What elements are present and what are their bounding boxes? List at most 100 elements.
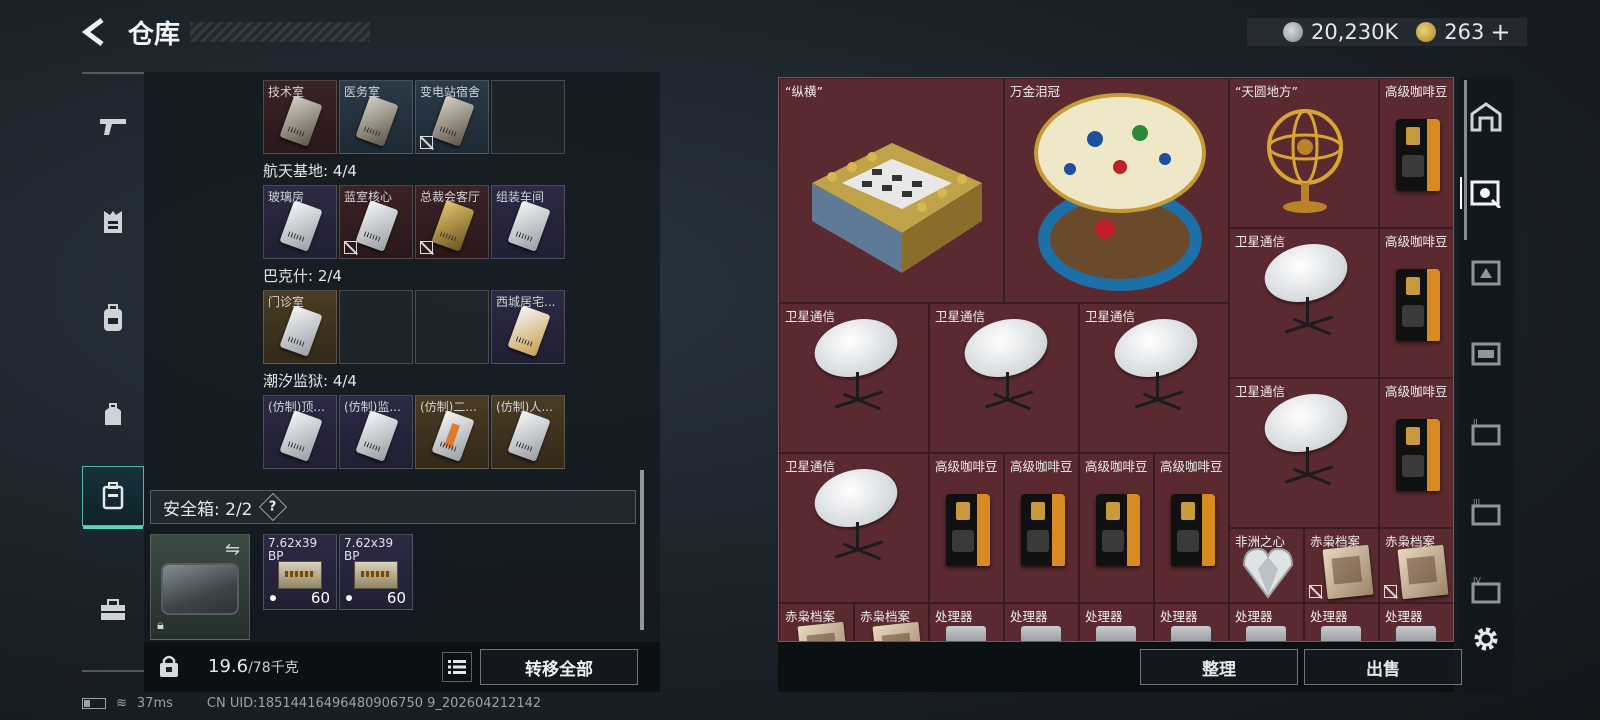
ammo-slot[interactable]: 7.62x39 BP 60 [263, 534, 337, 610]
item-archive[interactable]: 赤枭档案 [1304, 528, 1379, 603]
category-valuables[interactable] [1460, 173, 1506, 213]
item-label: 卫星通信 [1085, 309, 1136, 324]
nav-secure-case[interactable] [82, 466, 144, 529]
right-scrollbar[interactable] [1464, 80, 1467, 240]
safebox-slot[interactable]: ⇋ 🔒︎ [150, 534, 250, 640]
item-archive[interactable]: 赤枭档案 [854, 603, 929, 641]
group-label: 巴克什: 2/4 [263, 267, 342, 285]
item-satellite-comm[interactable]: 卫星通信 [1229, 228, 1379, 378]
keycard-slot[interactable]: 技术室 [263, 80, 337, 154]
item-coffee-beans[interactable]: 高级咖啡豆 [1079, 453, 1154, 603]
item-processor[interactable]: 处理器 [1304, 603, 1379, 641]
item-satellite-comm[interactable]: 卫星通信 [779, 453, 929, 603]
keycard-slot[interactable]: (仿制)人... [491, 395, 565, 469]
item-coffee-beans[interactable]: 高级咖啡豆 [1379, 378, 1453, 528]
category-tier-1[interactable] [1466, 253, 1506, 293]
keycard-slot[interactable]: 总裁会客厅 [415, 185, 489, 259]
toolbox-icon [101, 599, 125, 620]
item-coffee-beans[interactable]: 高级咖啡豆 [1379, 78, 1453, 228]
item-processor[interactable]: 处理器 [1154, 603, 1229, 641]
item-chess-set[interactable]: “纵横” [779, 78, 1004, 303]
settings-button[interactable] [1466, 619, 1506, 659]
item-label: 卫星通信 [1235, 234, 1286, 249]
nav-weapons[interactable] [82, 96, 144, 156]
item-satellite-comm[interactable]: 卫星通信 [1079, 303, 1229, 453]
item-satellite-comm[interactable]: 卫星通信 [929, 303, 1079, 453]
item-archive[interactable]: 赤枭档案 [779, 603, 854, 641]
nav-backpack[interactable] [82, 288, 144, 348]
item-label: 高级咖啡豆 [1160, 459, 1223, 474]
title-decoration [190, 22, 370, 42]
keycard-slot[interactable]: 玻璃房 [263, 185, 337, 259]
item-coffee-beans[interactable]: 高级咖啡豆 [1379, 228, 1453, 378]
keycard-slot[interactable]: 蓝室核心 [339, 185, 413, 259]
ammo-slot[interactable]: 7.62x39 BP 60 [339, 534, 413, 610]
item-coffee-beans[interactable]: 高级咖啡豆 [929, 453, 1004, 603]
storage-3-icon: II [1471, 418, 1501, 446]
swap-icon[interactable]: ⇋ [225, 539, 240, 560]
item-label: 高级咖啡豆 [1085, 459, 1148, 474]
item-label: 高级咖啡豆 [1385, 234, 1448, 249]
safebox-case-icon [161, 563, 239, 615]
item-processor[interactable]: 处理器 [1229, 603, 1304, 641]
keycard-slot[interactable]: (仿制)监... [339, 395, 413, 469]
item-label: 高级咖啡豆 [1010, 459, 1073, 474]
keycard-slot[interactable]: 变电站宿舍 [415, 80, 489, 154]
keycard-slot[interactable]: 西城居宅... [491, 290, 565, 364]
keycard-icon [355, 200, 399, 252]
ammo-count: 60 [386, 589, 406, 607]
gold-coin-icon [1416, 22, 1437, 42]
item-label: 高级咖啡豆 [935, 459, 998, 474]
nav-armor[interactable] [82, 192, 144, 252]
item-processor[interactable]: 处理器 [929, 603, 1004, 641]
chess-set-icon [812, 143, 982, 273]
empty-slot[interactable] [415, 290, 489, 364]
category-tier-5[interactable]: IV [1466, 571, 1506, 611]
item-processor[interactable]: 处理器 [1004, 603, 1079, 641]
item-satellite-comm[interactable]: 卫星通信 [779, 303, 929, 453]
help-glyph: ? [268, 499, 277, 515]
item-satellite-comm[interactable]: 卫星通信 [1229, 378, 1379, 528]
list-view-button[interactable] [442, 652, 472, 682]
keycard-slot[interactable]: (仿制)二... [415, 395, 489, 469]
armillary-icon [1267, 109, 1343, 213]
item-label: 卫星通信 [785, 459, 836, 474]
item-coffee-beans[interactable]: 高级咖啡豆 [1004, 453, 1079, 603]
keycard-icon [279, 200, 323, 252]
empty-slot[interactable] [491, 80, 565, 154]
sell-button[interactable]: 出售 [1304, 649, 1462, 685]
category-tier-3[interactable]: II [1466, 413, 1506, 453]
secure-case-icon [102, 482, 124, 510]
item-processor[interactable]: 处理器 [1079, 603, 1154, 641]
group-label: 潮汐监狱: 4/4 [263, 372, 357, 390]
category-tier-2[interactable] [1466, 333, 1506, 373]
item-label: 高级咖啡豆 [1385, 84, 1448, 99]
help-icon[interactable]: ? [258, 492, 287, 522]
keycard-slot[interactable]: 组装车间 [491, 185, 565, 259]
transfer-all-button[interactable]: 转移全部 [480, 649, 638, 685]
item-coffee-beans[interactable]: 高级咖啡豆 [1154, 453, 1229, 603]
item-jeweled-crown[interactable]: 万金泪冠 [1004, 78, 1229, 303]
category-all[interactable] [1466, 97, 1506, 137]
nav-toolbox[interactable] [82, 580, 144, 640]
crown-egg-icon [1034, 93, 1206, 291]
silver-coin-icon [1283, 22, 1303, 42]
add-currency-button[interactable]: + [1490, 18, 1510, 46]
nav-bag[interactable] [82, 384, 144, 444]
item-armillary-sphere[interactable]: “天圆地方” [1229, 78, 1379, 228]
item-archive[interactable]: 赤枭档案 [1379, 528, 1453, 603]
keycard-slot[interactable]: (仿制)顶... [263, 395, 337, 469]
empty-slot[interactable] [339, 290, 413, 364]
item-heart-of-africa[interactable]: 非洲之心 [1229, 528, 1304, 603]
item-processor[interactable]: 处理器 [1379, 603, 1453, 641]
keycard-icon [431, 95, 475, 147]
keycard-icon [507, 200, 551, 252]
weight-icon [160, 655, 178, 677]
svg-text:IV: IV [1473, 576, 1481, 585]
back-button[interactable] [80, 16, 112, 48]
category-tier-4[interactable]: III [1466, 493, 1506, 533]
keycard-slot[interactable]: 医务室 [339, 80, 413, 154]
organize-button[interactable]: 整理 [1140, 649, 1298, 685]
left-scrollbar[interactable] [640, 470, 644, 630]
keycard-slot[interactable]: 门诊室 [263, 290, 337, 364]
